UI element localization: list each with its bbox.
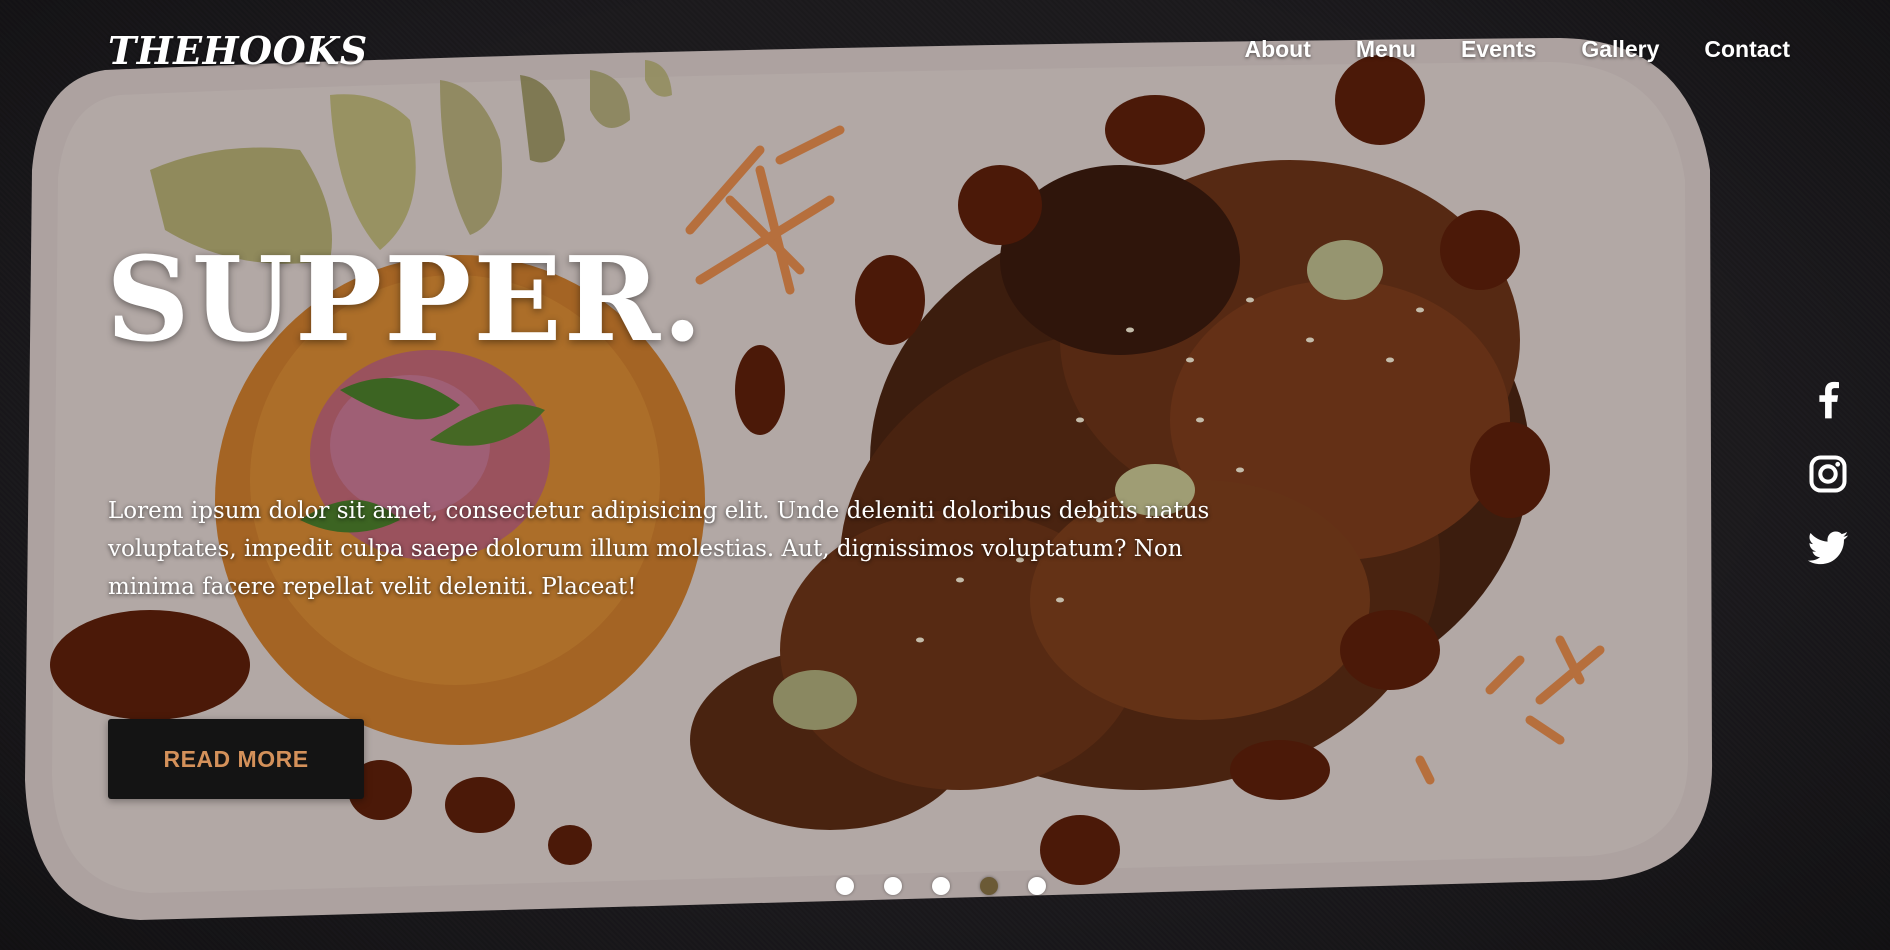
hero-food-image — [0, 0, 1890, 950]
instagram-icon[interactable] — [1806, 452, 1850, 496]
nav-item-events[interactable]: Events — [1461, 36, 1536, 63]
hero-title: SUPPER. — [106, 232, 705, 368]
main-nav: About Menu Events Gallery Contact — [1244, 36, 1790, 63]
carousel-dot-5[interactable] — [1028, 877, 1046, 895]
nav-item-gallery[interactable]: Gallery — [1581, 36, 1659, 63]
nav-item-contact[interactable]: Contact — [1704, 36, 1790, 63]
social-links — [1806, 378, 1850, 570]
nav-item-menu[interactable]: Menu — [1356, 36, 1416, 63]
carousel-dot-3[interactable] — [932, 877, 950, 895]
brand-logo[interactable]: THEHOOKS — [108, 28, 368, 73]
carousel-dot-2[interactable] — [884, 877, 902, 895]
nav-item-about[interactable]: About — [1244, 36, 1310, 63]
carousel-dot-1[interactable] — [836, 877, 854, 895]
carousel-dot-4[interactable] — [980, 877, 998, 895]
carousel-indicators — [836, 877, 1046, 895]
twitter-icon[interactable] — [1806, 526, 1850, 570]
read-more-button[interactable]: READ MORE — [108, 719, 364, 799]
hero-description: Lorem ipsum dolor sit amet, consectetur … — [108, 498, 1210, 600]
facebook-icon[interactable] — [1806, 378, 1850, 422]
